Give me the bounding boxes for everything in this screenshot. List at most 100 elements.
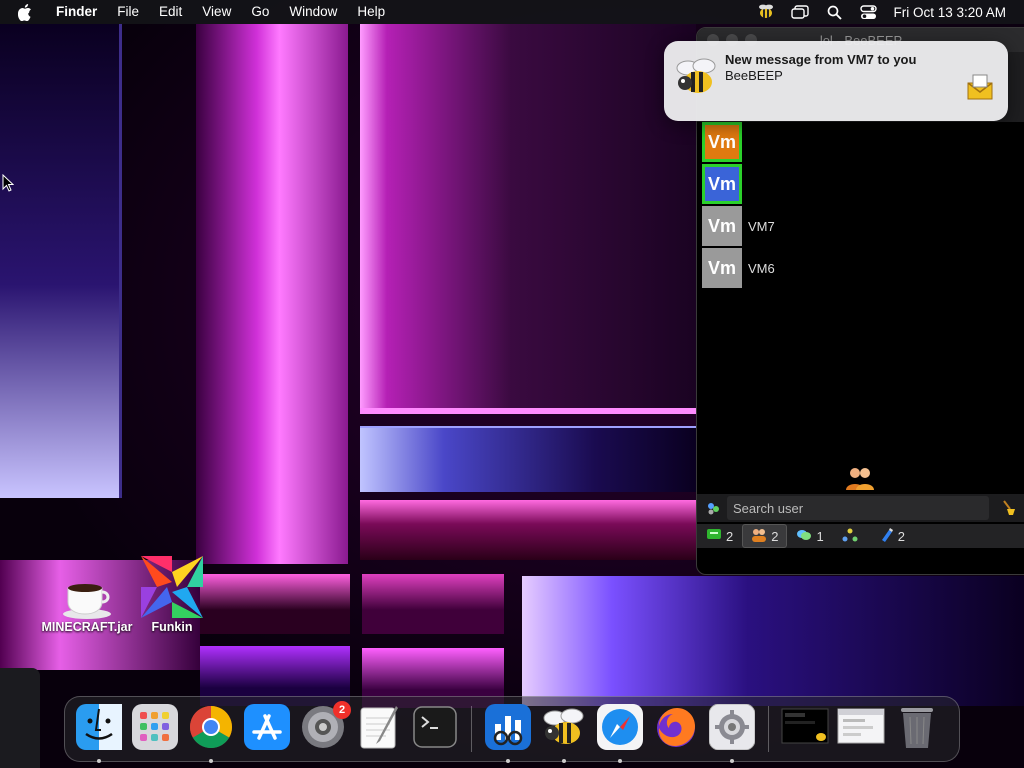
tab-network[interactable] xyxy=(833,524,871,548)
search-bar xyxy=(697,494,1024,522)
running-indicator xyxy=(209,759,213,763)
control-center-icon[interactable] xyxy=(859,3,877,21)
dock-item-trash[interactable] xyxy=(893,705,941,753)
geekbench-icon xyxy=(485,703,531,755)
dock-item-finder[interactable] xyxy=(75,703,123,763)
menu-finder[interactable]: Finder xyxy=(46,0,107,24)
user-name: VM6 xyxy=(748,260,775,276)
tab-count: 2 xyxy=(726,528,734,544)
menu-file[interactable]: File xyxy=(107,0,149,24)
list-item[interactable]: Vm VM7 xyxy=(702,205,775,247)
menu-edit[interactable]: Edit xyxy=(149,0,192,24)
avatar: Vm xyxy=(702,164,742,204)
list-item[interactable]: Vm xyxy=(702,163,775,205)
tab-bar: 2 2 1 2 xyxy=(697,524,1024,548)
users-search-icon xyxy=(705,500,721,521)
trash-icon xyxy=(897,704,937,755)
desktop-icon-funkin[interactable]: Funkin xyxy=(122,542,222,634)
dock-item-terminal[interactable] xyxy=(411,705,459,753)
launchpad-icon xyxy=(132,703,178,755)
apple-menu-icon[interactable] xyxy=(18,3,36,21)
window-thumbnail-icon xyxy=(781,707,829,752)
notification-subtitle: BeeBEEP xyxy=(725,68,783,83)
notification-banner[interactable]: New message from VM7 to you BeeBEEP xyxy=(664,41,1008,121)
user-name: VM7 xyxy=(748,218,775,234)
dock-item-window-thumbnail[interactable] xyxy=(781,705,829,753)
clear-search-icon[interactable] xyxy=(1001,499,1017,522)
app-store-icon xyxy=(244,703,290,755)
settings-gear-icon xyxy=(708,703,756,755)
menu-view[interactable]: View xyxy=(192,0,241,24)
beebeep-icon[interactable] xyxy=(757,3,775,21)
network-icon xyxy=(842,528,858,545)
textedit-icon xyxy=(356,704,402,755)
wallpaper-panel xyxy=(360,426,696,492)
dock-item-textedit[interactable] xyxy=(355,705,403,753)
dock-item-system-preferences[interactable]: 2 xyxy=(299,701,351,753)
mouse-cursor-icon xyxy=(2,173,15,197)
list-item[interactable]: Vm VM6 xyxy=(702,247,775,289)
bee-icon xyxy=(541,704,587,755)
safari-icon xyxy=(597,703,643,755)
menu-bar: Finder File Edit View Go Window Help Fri… xyxy=(0,0,1024,24)
wallpaper-panel xyxy=(196,24,348,564)
dock-item-system-settings[interactable] xyxy=(708,703,756,763)
wallpaper-panel xyxy=(360,500,696,560)
funkin-icon xyxy=(122,542,222,620)
dock-item-safari[interactable] xyxy=(596,703,644,763)
wallpaper-panel xyxy=(360,24,696,414)
firefox-icon xyxy=(653,704,699,755)
wallpaper-panel xyxy=(0,668,40,768)
user-list: Vm Vm Vm VM7 Vm VM6 xyxy=(702,121,775,289)
avatar: Vm xyxy=(702,122,742,162)
menu-go[interactable]: Go xyxy=(241,0,279,24)
finder-icon xyxy=(76,703,122,755)
wallpaper-panel xyxy=(0,24,122,498)
chat-icon xyxy=(706,528,722,545)
running-indicator xyxy=(97,759,101,763)
window-thumbnail-icon xyxy=(837,707,885,752)
mail-icon xyxy=(966,73,994,101)
dock-separator xyxy=(768,706,769,752)
notification-badge: 2 xyxy=(333,701,351,719)
tab-count: 1 xyxy=(816,528,824,544)
tab-chats[interactable]: 2 xyxy=(697,524,742,548)
dock-item-beebeep[interactable] xyxy=(540,704,588,763)
tab-count: 2 xyxy=(897,528,905,544)
dock-item-chrome[interactable] xyxy=(187,705,235,763)
stage-manager-icon[interactable] xyxy=(791,3,810,21)
files-icon xyxy=(880,527,894,545)
wallpaper-panel xyxy=(522,576,1024,706)
desktop-icon-label: Funkin xyxy=(151,620,193,634)
wallpaper-panel xyxy=(200,574,350,634)
running-indicator xyxy=(618,759,622,763)
dock-item-app-store[interactable] xyxy=(243,703,291,755)
wallpaper-panel xyxy=(362,574,504,634)
search-icon[interactable] xyxy=(825,3,843,21)
dock-item-window-thumbnail[interactable] xyxy=(837,705,885,753)
running-indicator xyxy=(730,759,734,763)
dock-item-firefox[interactable] xyxy=(652,705,700,753)
menu-help[interactable]: Help xyxy=(347,0,395,24)
dock-separator xyxy=(471,706,472,752)
dock: 2 xyxy=(64,696,960,763)
users-emblem-icon xyxy=(845,466,875,495)
avatar: Vm xyxy=(702,248,742,288)
tab-users[interactable]: 2 xyxy=(742,524,788,548)
list-item[interactable]: Vm xyxy=(702,121,775,163)
users-icon xyxy=(751,528,767,545)
search-user-input[interactable] xyxy=(727,496,989,520)
notification-title: New message from VM7 to you xyxy=(725,52,917,67)
groups-icon xyxy=(796,528,812,545)
dock-item-launchpad[interactable] xyxy=(131,703,179,755)
tab-files[interactable]: 2 xyxy=(871,524,914,548)
tab-groups[interactable]: 1 xyxy=(787,524,832,548)
menu-window[interactable]: Window xyxy=(279,0,347,24)
running-indicator xyxy=(506,759,510,763)
running-indicator xyxy=(562,759,566,763)
avatar: Vm xyxy=(702,206,742,246)
dock-item-geekbench[interactable] xyxy=(484,703,532,763)
bee-icon xyxy=(674,53,720,99)
tab-count: 2 xyxy=(771,528,779,544)
menubar-clock[interactable]: Fri Oct 13 3:20 AM xyxy=(893,5,1006,20)
